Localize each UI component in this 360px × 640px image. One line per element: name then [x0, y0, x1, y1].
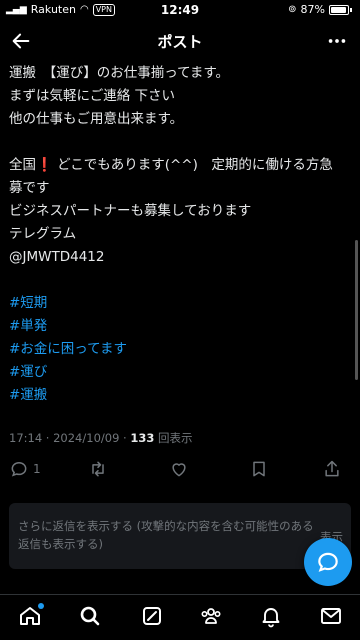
post-line: まずは気軽にご連絡 下さい — [9, 88, 176, 104]
page-title: ポスト — [157, 33, 203, 51]
reply-icon — [11, 461, 27, 477]
tab-notifications[interactable] — [258, 603, 284, 629]
views-label: 回表示 — [154, 431, 193, 445]
hashtag-link[interactable]: #単発 — [9, 315, 354, 338]
post-actions: 1 — [0, 455, 360, 485]
envelope-icon — [321, 608, 341, 624]
lock-rotation-icon: ⊚ — [288, 4, 297, 15]
bookmark-button[interactable] — [249, 459, 269, 479]
post-timestamp: 17:14 · 2024/10/09 · — [9, 431, 131, 445]
more-replies-notice[interactable]: さらに返信を表示する (攻撃的な内容を含む可能性のある返信も表示する) 表示 — [9, 503, 351, 569]
tab-search[interactable] — [77, 603, 103, 629]
tab-communities[interactable] — [198, 603, 224, 629]
heart-icon — [172, 463, 186, 477]
new-message-fab[interactable] — [304, 538, 352, 586]
search-icon — [80, 606, 100, 626]
more-replies-text: さらに返信を表示する (攻撃的な内容を含む可能性のある返信も表示する) — [18, 519, 314, 551]
battery-icon — [329, 4, 349, 15]
retweet-icon — [92, 461, 104, 477]
chat-plus-icon — [318, 552, 338, 572]
retweet-button[interactable] — [88, 459, 112, 479]
communities-icon — [201, 608, 221, 624]
more-dots-icon — [328, 39, 346, 43]
reply-button[interactable]: 1 — [9, 459, 41, 479]
bell-icon — [262, 608, 280, 628]
status-right: ⊚ 87% — [288, 3, 352, 16]
bottom-tab-bar — [0, 594, 360, 640]
post-line: 全国❗ どこでもあります(^^) 定期的に働ける方急 — [9, 157, 333, 173]
hashtag-link[interactable]: #運び — [9, 361, 354, 384]
post-line-blank — [9, 269, 354, 292]
post-line: 募です — [9, 180, 50, 196]
like-button[interactable] — [169, 459, 193, 479]
post-line-telegram-id: @JMWTD4412 — [9, 249, 105, 265]
top-header: ポスト — [0, 22, 360, 60]
post-line: テレグラム — [9, 226, 77, 242]
post-line-blank — [9, 131, 354, 154]
post-body: 運搬 【運び】のお仕事揃ってます。 まずは気軽にご連絡 下さい 他の仕事もご用意… — [9, 62, 354, 407]
share-icon — [325, 460, 339, 477]
grok-icon — [143, 607, 161, 625]
reply-count: 1 — [33, 462, 41, 476]
share-button[interactable] — [322, 459, 342, 479]
tab-grok[interactable] — [139, 603, 165, 629]
home-badge-dot — [38, 603, 44, 609]
hashtag-link[interactable]: #短期 — [9, 292, 354, 315]
post-line: ビジネスパートナーも募集しております — [9, 203, 252, 219]
post-line: 運搬 【運び】のお仕事揃ってます。 — [9, 65, 230, 81]
tab-home[interactable] — [17, 603, 44, 629]
battery-tip — [350, 7, 352, 12]
more-options-button[interactable] — [326, 30, 348, 52]
views-count[interactable]: 133 — [130, 431, 154, 445]
post-line: 他の仕事もご用意出来ます。 — [9, 111, 184, 127]
battery-percent: 87% — [300, 3, 325, 16]
hashtag-link[interactable]: #お金に困ってます — [9, 338, 354, 361]
tab-messages[interactable] — [318, 603, 344, 629]
post-meta: 17:14 · 2024/10/09 · 133 回表示 — [9, 430, 193, 446]
hashtag-link[interactable]: #運搬 — [9, 384, 354, 407]
bookmark-icon — [253, 461, 265, 477]
scrollbar-thumb[interactable] — [355, 240, 358, 380]
status-bar: ▂▄▆ Rakuten ◠ VPN 12:49 ⊚ 87% — [0, 0, 360, 20]
